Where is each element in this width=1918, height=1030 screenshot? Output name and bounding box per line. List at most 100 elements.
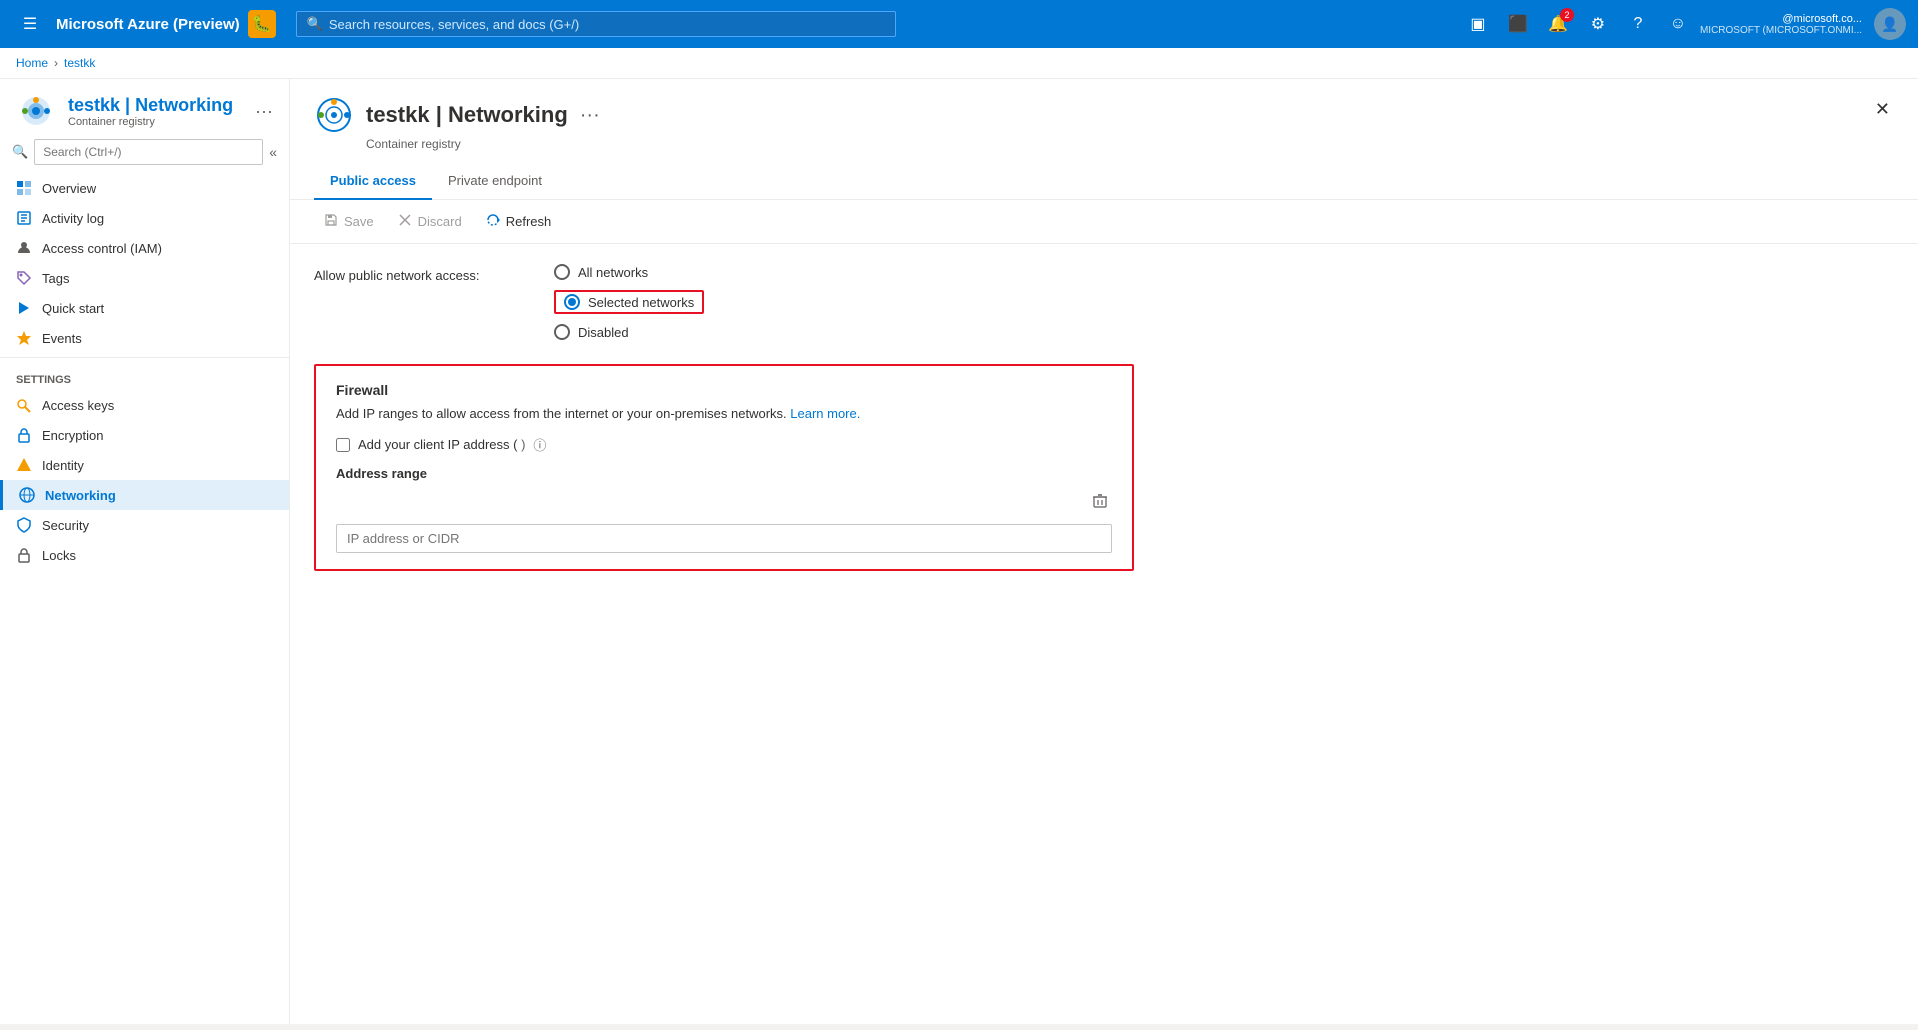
selected-networks-box: Selected networks [554, 290, 704, 314]
sidebar-item-security[interactable]: Security [0, 510, 289, 540]
overview-icon [16, 180, 32, 196]
network-access-options: All networks Selected networks Disabled [554, 264, 704, 340]
radio-disabled[interactable]: Disabled [554, 324, 704, 340]
terminal-icon: ▣ [1470, 14, 1485, 34]
all-networks-radio[interactable] [554, 264, 570, 280]
terminal-button[interactable]: ▣ [1460, 6, 1496, 42]
user-account[interactable]: @microsoft.co... MICROSOFT (MICROSOFT.ON… [1700, 8, 1906, 40]
discard-button[interactable]: Discard [388, 208, 472, 235]
sidebar-item-label: Locks [42, 548, 76, 563]
info-icon[interactable]: ⓘ [533, 435, 546, 454]
sidebar-item-label: Identity [42, 458, 84, 473]
sidebar-more-button[interactable]: ··· [255, 101, 273, 122]
sidebar-item-label: Security [42, 518, 89, 533]
disabled-radio[interactable] [554, 324, 570, 340]
sidebar-item-label: Access control (IAM) [42, 241, 162, 256]
sidebar-item-label: Tags [42, 271, 69, 286]
sidebar-item-networking[interactable]: Networking [0, 480, 289, 510]
main-content: Allow public network access: All network… [290, 244, 1918, 1024]
sidebar-item-label: Access keys [42, 398, 114, 413]
user-tenant: MICROSOFT (MICROSOFT.ONMI... [1700, 25, 1862, 36]
save-button[interactable]: Save [314, 208, 384, 235]
sidebar-item-access-control[interactable]: Access control (IAM) [0, 233, 289, 263]
cidr-input[interactable] [336, 524, 1112, 553]
firewall-section: Firewall Add IP ranges to allow access f… [314, 364, 1134, 571]
refresh-button[interactable]: Refresh [476, 208, 562, 235]
content-header: testkk | Networking ··· Container regist… [290, 79, 1918, 151]
sidebar-item-encryption[interactable]: Encryption [0, 420, 289, 450]
delete-address-button[interactable] [1088, 489, 1112, 518]
topnav-actions: ▣ ⬛ 🔔 2 ⚙ ? ☺ @microsoft.co... MICROSOFT… [1460, 6, 1906, 42]
address-range-label: Address range [336, 466, 1112, 481]
sidebar-divider [0, 357, 289, 358]
sidebar-item-label: Networking [45, 488, 116, 503]
breadcrumb-separator: › [54, 56, 58, 70]
sidebar-collapse-button[interactable]: « [269, 144, 277, 160]
content-title-section: testkk | Networking ··· Container regist… [314, 95, 1871, 151]
save-label: Save [344, 214, 374, 229]
breadcrumb-home[interactable]: Home [16, 56, 48, 70]
refresh-label: Refresh [506, 214, 552, 229]
main-layout: testkk | Networking Container registry ·… [0, 79, 1918, 1024]
bug-icon: 🐛 [248, 10, 276, 38]
quick-start-icon [16, 300, 32, 316]
sidebar-item-activity-log[interactable]: Activity log [0, 203, 289, 233]
disabled-label: Disabled [578, 325, 629, 340]
firewall-description: Add IP ranges to allow access from the i… [336, 406, 1112, 421]
access-control-icon [16, 240, 32, 256]
page-title: testkk | Networking [366, 102, 568, 128]
tab-public-access[interactable]: Public access [314, 163, 432, 200]
breadcrumb: Home › testkk [0, 48, 1918, 79]
sidebar-resource-subtitle: Container registry [68, 116, 243, 128]
sidebar-search-input[interactable] [34, 139, 263, 165]
sidebar-title-area: testkk | Networking Container registry [68, 95, 243, 128]
search-input[interactable] [329, 17, 885, 32]
page-more-button[interactable]: ··· [580, 104, 600, 127]
close-button[interactable]: ✕ [1871, 95, 1894, 124]
breadcrumb-current[interactable]: testkk [64, 56, 95, 70]
all-networks-label: All networks [578, 265, 648, 280]
refresh-icon [486, 213, 500, 230]
network-access-label: Allow public network access: [314, 264, 514, 283]
sidebar-item-overview[interactable]: Overview [0, 173, 289, 203]
selected-networks-radio[interactable] [564, 294, 580, 310]
network-access-section: Allow public network access: All network… [314, 264, 1894, 340]
avatar: 👤 [1874, 8, 1906, 40]
settings-icon: ⚙ [1591, 14, 1605, 34]
sidebar-item-label: Activity log [42, 211, 104, 226]
settings-button[interactable]: ⚙ [1580, 6, 1616, 42]
hamburger-menu-button[interactable]: ☰ [12, 6, 48, 42]
cloud-shell-button[interactable]: ⬛ [1500, 6, 1536, 42]
sidebar-item-access-keys[interactable]: Access keys [0, 390, 289, 420]
global-search[interactable]: 🔍 [296, 11, 896, 37]
client-ip-checkbox[interactable] [336, 438, 350, 452]
save-icon [324, 213, 338, 230]
user-email: @microsoft.co... [1782, 13, 1862, 25]
help-button[interactable]: ? [1620, 6, 1656, 42]
sidebar-item-label: Overview [42, 181, 96, 196]
networking-icon [19, 487, 35, 503]
radio-all-networks[interactable]: All networks [554, 264, 704, 280]
sidebar-item-quick-start[interactable]: Quick start [0, 293, 289, 323]
search-icon: 🔍 [307, 16, 323, 32]
security-icon [16, 517, 32, 533]
events-icon [16, 330, 32, 346]
sidebar-item-label: Events [42, 331, 82, 346]
page-subtitle: Container registry [366, 137, 1871, 151]
settings-section-label: Settings [0, 362, 289, 390]
sidebar-item-locks[interactable]: Locks [0, 540, 289, 570]
resource-icon [16, 91, 56, 131]
tab-private-endpoint[interactable]: Private endpoint [432, 163, 558, 200]
hamburger-icon: ☰ [23, 14, 37, 34]
sidebar-resource-name: testkk | Networking [68, 95, 243, 116]
client-ip-label: Add your client IP address ( ) [358, 437, 525, 452]
sidebar-item-identity[interactable]: Identity [0, 450, 289, 480]
sidebar-item-events[interactable]: Events [0, 323, 289, 353]
top-navigation: ☰ Microsoft Azure (Preview) 🐛 🔍 ▣ ⬛ 🔔 2 … [0, 0, 1918, 48]
feedback-button[interactable]: ☺ [1660, 6, 1696, 42]
notifications-wrap: 🔔 2 [1540, 6, 1576, 42]
discard-icon [398, 213, 412, 230]
learn-more-link[interactable]: Learn more. [790, 406, 860, 421]
radio-selected-networks[interactable]: Selected networks [554, 290, 704, 314]
sidebar-item-tags[interactable]: Tags [0, 263, 289, 293]
